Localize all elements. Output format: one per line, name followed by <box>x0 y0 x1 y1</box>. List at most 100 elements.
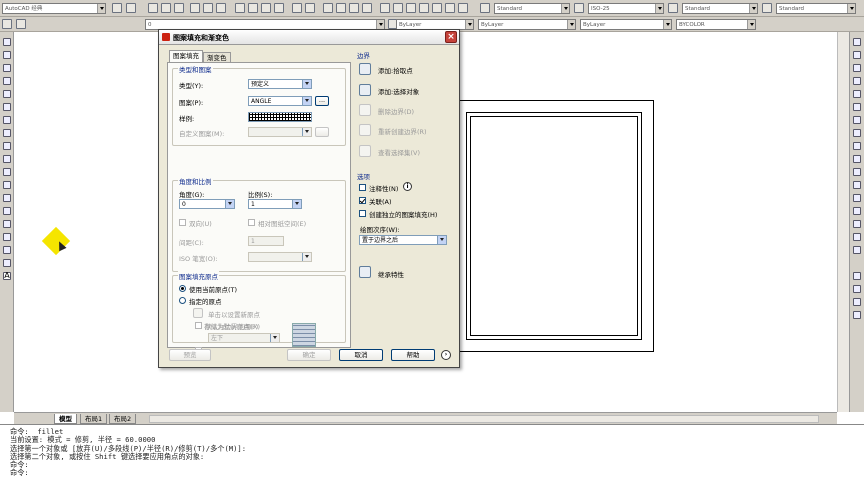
origin-position-select[interactable]: 左下 <box>208 333 280 343</box>
extend-icon[interactable] <box>853 168 861 176</box>
ellipse-icon[interactable] <box>3 155 11 163</box>
lineweight-select[interactable]: ByLayer <box>580 19 672 30</box>
separate-hatches-checkbox[interactable] <box>359 210 366 217</box>
move-icon[interactable] <box>853 103 861 111</box>
zoom-window-icon[interactable] <box>349 3 359 13</box>
inherit-properties-button[interactable]: 继承特性 <box>378 269 404 279</box>
add-pick-points-button[interactable]: 添加:拾取点 <box>378 65 413 75</box>
vertical-scrollbar[interactable] <box>837 32 849 412</box>
offset-icon[interactable] <box>853 77 861 85</box>
close-icon[interactable]: × <box>445 31 457 43</box>
pattern-select[interactable]: ANGLE <box>248 96 312 106</box>
click-origin-icon[interactable] <box>193 308 203 318</box>
double-checkbox[interactable] <box>179 219 186 226</box>
publish-icon[interactable] <box>216 3 226 13</box>
fillet-icon[interactable] <box>853 233 861 241</box>
line-icon[interactable] <box>3 38 11 46</box>
tool-palettes-icon[interactable] <box>406 3 416 13</box>
multiline-text-icon[interactable]: A <box>3 272 11 280</box>
associative-checkbox[interactable] <box>359 197 366 204</box>
horizontal-scrollbar[interactable] <box>149 415 819 423</box>
markup-icon[interactable] <box>432 3 442 13</box>
make-block-icon[interactable] <box>3 194 11 202</box>
hatch-icon[interactable] <box>3 220 11 228</box>
workspace-toolbar-icon[interactable] <box>126 3 136 13</box>
spline-icon[interactable] <box>3 142 11 150</box>
scale-icon[interactable] <box>853 129 861 137</box>
array-icon[interactable] <box>853 90 861 98</box>
draw-order-icon[interactable] <box>853 272 861 280</box>
pan-icon[interactable] <box>323 3 333 13</box>
plot-style-select[interactable]: BYCOLOR <box>676 19 756 30</box>
open-file-icon[interactable] <box>161 3 171 13</box>
zoom-previous-icon[interactable] <box>362 3 372 13</box>
relative-paper-checkbox[interactable] <box>248 219 255 226</box>
linetype-select[interactable]: ByLayer <box>478 19 576 30</box>
scale-select[interactable]: 1 <box>248 199 302 209</box>
tab-layout2[interactable]: 布局2 <box>109 414 137 424</box>
dim-style-select[interactable]: ISO-25 <box>588 3 664 14</box>
polygon-icon[interactable] <box>3 77 11 85</box>
type-select[interactable]: 预定义 <box>248 79 312 89</box>
text-style-select[interactable]: Standard <box>494 3 570 14</box>
annotative-checkbox[interactable] <box>359 184 366 191</box>
workspace-select[interactable]: AutoCAD 经典 <box>2 3 106 14</box>
add-select-objects-button[interactable]: 添加:选择对象 <box>378 86 419 96</box>
erase-icon[interactable] <box>853 38 861 46</box>
ok-button[interactable]: 确定 <box>287 349 331 361</box>
remove-boundaries-icon[interactable] <box>359 104 371 116</box>
pick-points-icon[interactable] <box>359 63 371 75</box>
info-icon[interactable]: i <box>403 182 412 191</box>
construction-line-icon[interactable] <box>3 51 11 59</box>
sheet-set-icon[interactable] <box>419 3 429 13</box>
inherit-properties-icon[interactable] <box>359 266 371 278</box>
use-current-origin-radio[interactable] <box>179 285 186 292</box>
custom-browse-button[interactable] <box>315 127 329 137</box>
multileader-style-icon[interactable] <box>762 3 772 13</box>
view-selections-icon[interactable] <box>359 145 371 157</box>
calculator-icon[interactable] <box>445 3 455 13</box>
cancel-button[interactable]: 取消 <box>339 349 383 361</box>
paste-icon[interactable] <box>261 3 271 13</box>
tab-model[interactable]: 模型 <box>54 414 77 424</box>
table-style-icon[interactable] <box>668 3 678 13</box>
arc-icon[interactable] <box>3 103 11 111</box>
copy-object-icon[interactable] <box>853 51 861 59</box>
zoom-realtime-icon[interactable] <box>336 3 346 13</box>
mirror-icon[interactable] <box>853 64 861 72</box>
save-icon[interactable] <box>174 3 184 13</box>
join-icon[interactable] <box>853 207 861 215</box>
trim-icon[interactable] <box>853 155 861 163</box>
angle-select[interactable]: 0 <box>179 199 235 209</box>
stretch-icon[interactable] <box>853 142 861 150</box>
recreate-boundary-button[interactable]: 重新创建边界(R) <box>378 126 427 136</box>
multileader-style-select[interactable]: Standard <box>776 3 856 14</box>
dialog-titlebar[interactable]: 图案填充和渐变色 × <box>159 30 459 45</box>
spacing-input[interactable]: 1 <box>248 236 284 246</box>
recreate-boundary-icon[interactable] <box>359 124 371 136</box>
specified-origin-radio[interactable] <box>179 297 186 304</box>
region-icon[interactable] <box>3 246 11 254</box>
undo-icon[interactable] <box>292 3 302 13</box>
command-window[interactable]: 命令: fillet 当前设置: 模式 = 修剪, 半径 = 60.0000 选… <box>0 424 864 486</box>
break-icon[interactable] <box>853 194 861 202</box>
cut-icon[interactable] <box>235 3 245 13</box>
explode-icon[interactable] <box>853 246 861 254</box>
copy-icon[interactable] <box>248 3 258 13</box>
table-style-select[interactable]: Standard <box>682 3 758 14</box>
dim-style-icon[interactable] <box>574 3 584 13</box>
default-extents-checkbox[interactable] <box>195 322 202 329</box>
text-style-icon[interactable] <box>480 3 490 13</box>
ellipse-arc-icon[interactable] <box>3 168 11 176</box>
layer-manager-icon[interactable] <box>2 19 12 29</box>
help-button[interactable]: 帮助 <box>391 349 435 361</box>
select-objects-icon[interactable] <box>359 84 371 96</box>
custom-pattern-select[interactable] <box>248 127 312 137</box>
pattern-browse-button[interactable]: ... <box>315 96 329 106</box>
gradient-icon[interactable] <box>3 233 11 241</box>
match-properties-icon[interactable] <box>274 3 284 13</box>
revision-cloud-icon[interactable] <box>3 129 11 137</box>
redo-icon[interactable] <box>305 3 315 13</box>
tab-layout1[interactable]: 布局1 <box>80 414 108 424</box>
design-center-icon[interactable] <box>393 3 403 13</box>
